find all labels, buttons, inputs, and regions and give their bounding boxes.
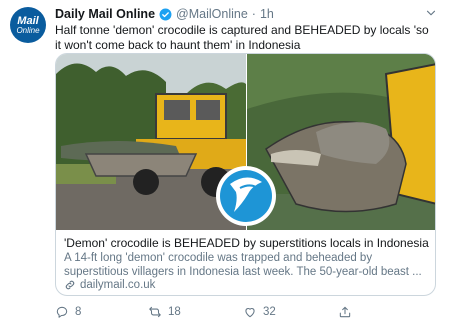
verified-badge-icon [159,8,172,20]
avatar-line1: Mail [17,14,39,27]
watermark-logo [216,166,276,226]
retweet-button[interactable]: 18 [148,305,181,319]
tweet-header: Daily Mail Online @MailOnline · 1h [55,7,274,21]
card-image[interactable] [56,54,436,230]
tweet-actions: 8 18 32 [55,304,395,320]
separator-dot: · [251,7,256,21]
account-handle[interactable]: @MailOnline [176,7,248,21]
crocodile-head-bucket-photo [247,54,435,230]
share-icon [339,306,351,318]
reply-button[interactable]: 8 [55,305,81,319]
avatar-line2: Online [16,25,40,35]
tweet[interactable]: Mail Online Daily Mail Online @MailOnlin… [0,0,450,326]
link-card[interactable]: 'Demon' crocodile is BEHEADED by superst… [55,53,436,296]
card-domain[interactable]: dailymail.co.uk [64,279,155,291]
card-description: A 14-ft long 'demon' crocodile was trapp… [64,252,422,278]
timestamp[interactable]: 1h [260,7,274,21]
tweet-text: Half tonne 'demon' crocodile is captured… [55,23,429,52]
retweet-icon [149,306,161,318]
avatar[interactable]: Mail Online [10,7,46,43]
heart-icon [245,308,255,318]
chevron-down-icon[interactable] [424,6,438,20]
account-name[interactable]: Daily Mail Online [55,7,155,21]
share-button[interactable] [338,305,358,319]
retweet-count: 18 [168,306,181,318]
reply-count: 8 [75,306,82,318]
link-icon [65,280,75,290]
like-button[interactable]: 32 [243,305,276,319]
card-domain-text: dailymail.co.uk [80,279,156,291]
reply-icon [56,306,68,318]
card-title[interactable]: 'Demon' crocodile is BEHEADED by superst… [64,236,430,250]
like-count: 32 [263,306,276,318]
